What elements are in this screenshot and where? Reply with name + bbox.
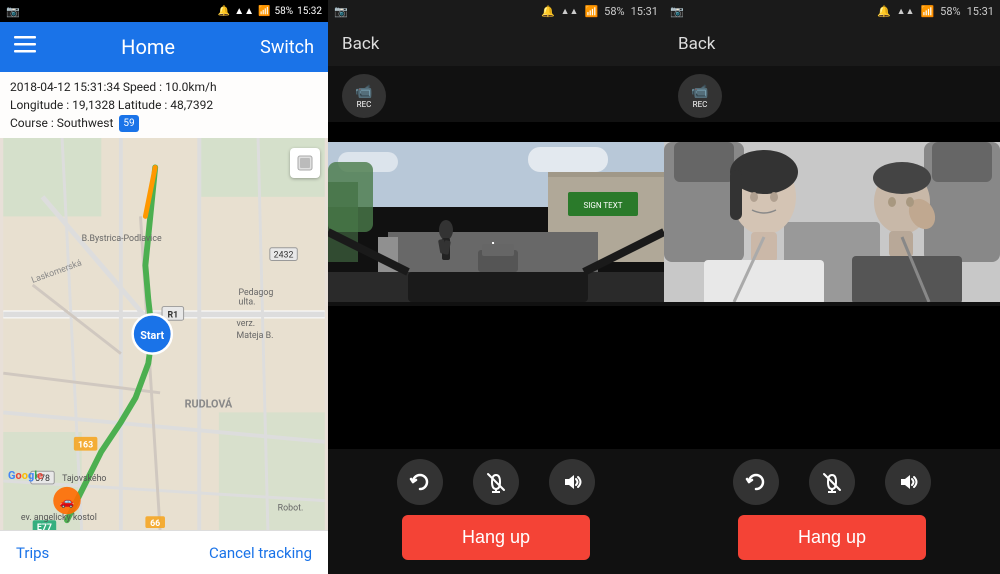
- cancel-tracking-link[interactable]: Cancel tracking: [209, 544, 312, 562]
- time-v2: 15:31: [631, 5, 658, 18]
- rotate-button-2[interactable]: [397, 459, 443, 505]
- google-logo: Google: [8, 469, 43, 482]
- rec-cam-icon-2: 📹: [355, 84, 372, 100]
- video-top-bar-3: Back: [664, 22, 1000, 66]
- back-button-2[interactable]: Back: [342, 34, 379, 54]
- video-black-top-2: [328, 122, 664, 142]
- panel-video-front: 📷 🔔 ▲▲ 📶 58% 15:31 Back 📹 REC: [328, 0, 664, 574]
- hang-up-row-3: Hang up: [664, 515, 1000, 574]
- wifi-icon-v2: ▲▲: [561, 6, 579, 17]
- home-title: Home: [121, 35, 175, 59]
- course-text: Course : Southwest: [10, 114, 113, 132]
- rec-area-3: 📹 REC: [664, 66, 1000, 122]
- video-feed-front: SIGN TEXT: [328, 142, 664, 306]
- menu-icon[interactable]: [14, 35, 36, 59]
- signal-icon: 📶: [258, 6, 270, 17]
- camera-icon-v3: 📷: [670, 5, 684, 18]
- wifi-icon: ▲▲: [234, 6, 254, 17]
- rec-area-2: 📹 REC: [328, 66, 664, 122]
- svg-text:163: 163: [78, 441, 93, 451]
- map-overlay-icons: [290, 148, 320, 178]
- status-bar-video3: 📷 🔔 ▲▲ 📶 58% 15:31: [664, 0, 1000, 22]
- bottom-bar-map: Trips Cancel tracking: [0, 530, 328, 574]
- svg-text:E77: E77: [37, 523, 52, 530]
- rec-cam-icon-3: 📹: [691, 84, 708, 100]
- svg-text:B.Bystrica-Podlavice: B.Bystrica-Podlavice: [82, 234, 162, 244]
- video-top-bar-2: Back: [328, 22, 664, 66]
- camera-status-icon: 📷: [6, 5, 20, 18]
- video-black-bottom-2: [328, 306, 664, 449]
- wifi-icon-v3: ▲▲: [897, 6, 915, 17]
- speaker-button-2[interactable]: [549, 459, 595, 505]
- svg-text:Start: Start: [140, 329, 164, 342]
- battery-v2: 58%: [604, 5, 624, 18]
- alarm-icon: 🔔: [218, 6, 230, 17]
- svg-text:Mateja B.: Mateja B.: [237, 331, 274, 341]
- video-black-bottom-3: [664, 306, 1000, 449]
- panel-map: 📷 🔔 ▲▲ 📶 58% 15:32 Home Switch 2018-04-1…: [0, 0, 328, 574]
- coords-info: Longitude : 19,1328 Latitude : 48,7392: [10, 96, 318, 114]
- svg-text:🚗: 🚗: [60, 495, 75, 509]
- layers-button[interactable]: [290, 148, 320, 178]
- svg-text:66: 66: [150, 519, 160, 529]
- trips-link[interactable]: Trips: [16, 544, 49, 562]
- svg-text:R1: R1: [167, 310, 178, 320]
- mute-button-2[interactable]: [473, 459, 519, 505]
- svg-text:Tajovského: Tajovského: [62, 474, 106, 484]
- video-controls-3: [664, 449, 1000, 515]
- rotate-button-3[interactable]: [733, 459, 779, 505]
- svg-text:Pedagog: Pedagog: [238, 288, 273, 298]
- svg-text:2432: 2432: [274, 251, 294, 261]
- hang-up-button-2[interactable]: Hang up: [402, 515, 590, 560]
- panel-video-interior: 📷 🔔 ▲▲ 📶 58% 15:31 Back 📹 REC: [664, 0, 1000, 574]
- status-icons: 🔔 ▲▲ 📶 58% 15:32: [218, 6, 322, 17]
- speed-info: 2018-04-12 15:31:34 Speed : 10.0km/h: [10, 78, 318, 96]
- svg-text:ulta.: ulta.: [238, 298, 255, 308]
- hang-up-row-2: Hang up: [328, 515, 664, 574]
- svg-text:SIGN TEXT: SIGN TEXT: [583, 201, 622, 210]
- map-area[interactable]: R1 163 E77 66 578 2432 Laskomerská B.Bys…: [0, 138, 328, 530]
- rec-label-3: REC: [693, 100, 708, 109]
- svg-text:RUDLOVÁ: RUDLOVÁ: [185, 398, 233, 411]
- signal-icon-v2: 📶: [584, 5, 598, 18]
- switch-button[interactable]: Switch: [260, 37, 314, 58]
- battery-text: 58%: [275, 6, 294, 17]
- app-top-bar: Home Switch: [0, 22, 328, 72]
- svg-text:Robot.: Robot.: [278, 503, 304, 513]
- mute-button-3[interactable]: [809, 459, 855, 505]
- video-controls-2: [328, 449, 664, 515]
- camera-icon-v2: 📷: [334, 5, 348, 18]
- rec-label-2: REC: [357, 100, 372, 109]
- speaker-button-3[interactable]: [885, 459, 931, 505]
- rec-button-3[interactable]: 📹 REC: [678, 74, 722, 118]
- time-display: 15:32: [297, 6, 322, 17]
- rec-button-2[interactable]: 📹 REC: [342, 74, 386, 118]
- alarm-icon-v2: 🔔: [541, 5, 555, 18]
- svg-text:ev. angelický kostol: ev. angelický kostol: [21, 513, 97, 523]
- back-button-3[interactable]: Back: [678, 34, 715, 54]
- alarm-icon-v3: 🔔: [877, 5, 891, 18]
- time-v3: 15:31: [967, 5, 994, 18]
- status-bar-video2: 📷 🔔 ▲▲ 📶 58% 15:31: [328, 0, 664, 22]
- video-black-top-3: [664, 122, 1000, 142]
- status-bar-map: 📷 🔔 ▲▲ 📶 58% 15:32: [0, 0, 328, 22]
- course-badge: 59: [119, 115, 138, 132]
- battery-v3: 58%: [940, 5, 960, 18]
- svg-text:verz.: verz.: [237, 319, 256, 329]
- signal-icon-v3: 📶: [920, 5, 934, 18]
- info-bar: 2018-04-12 15:31:34 Speed : 10.0km/h Lon…: [0, 72, 328, 138]
- hang-up-button-3[interactable]: Hang up: [738, 515, 926, 560]
- video-feed-interior: [664, 142, 1000, 306]
- course-info: Course : Southwest 59: [10, 114, 318, 132]
